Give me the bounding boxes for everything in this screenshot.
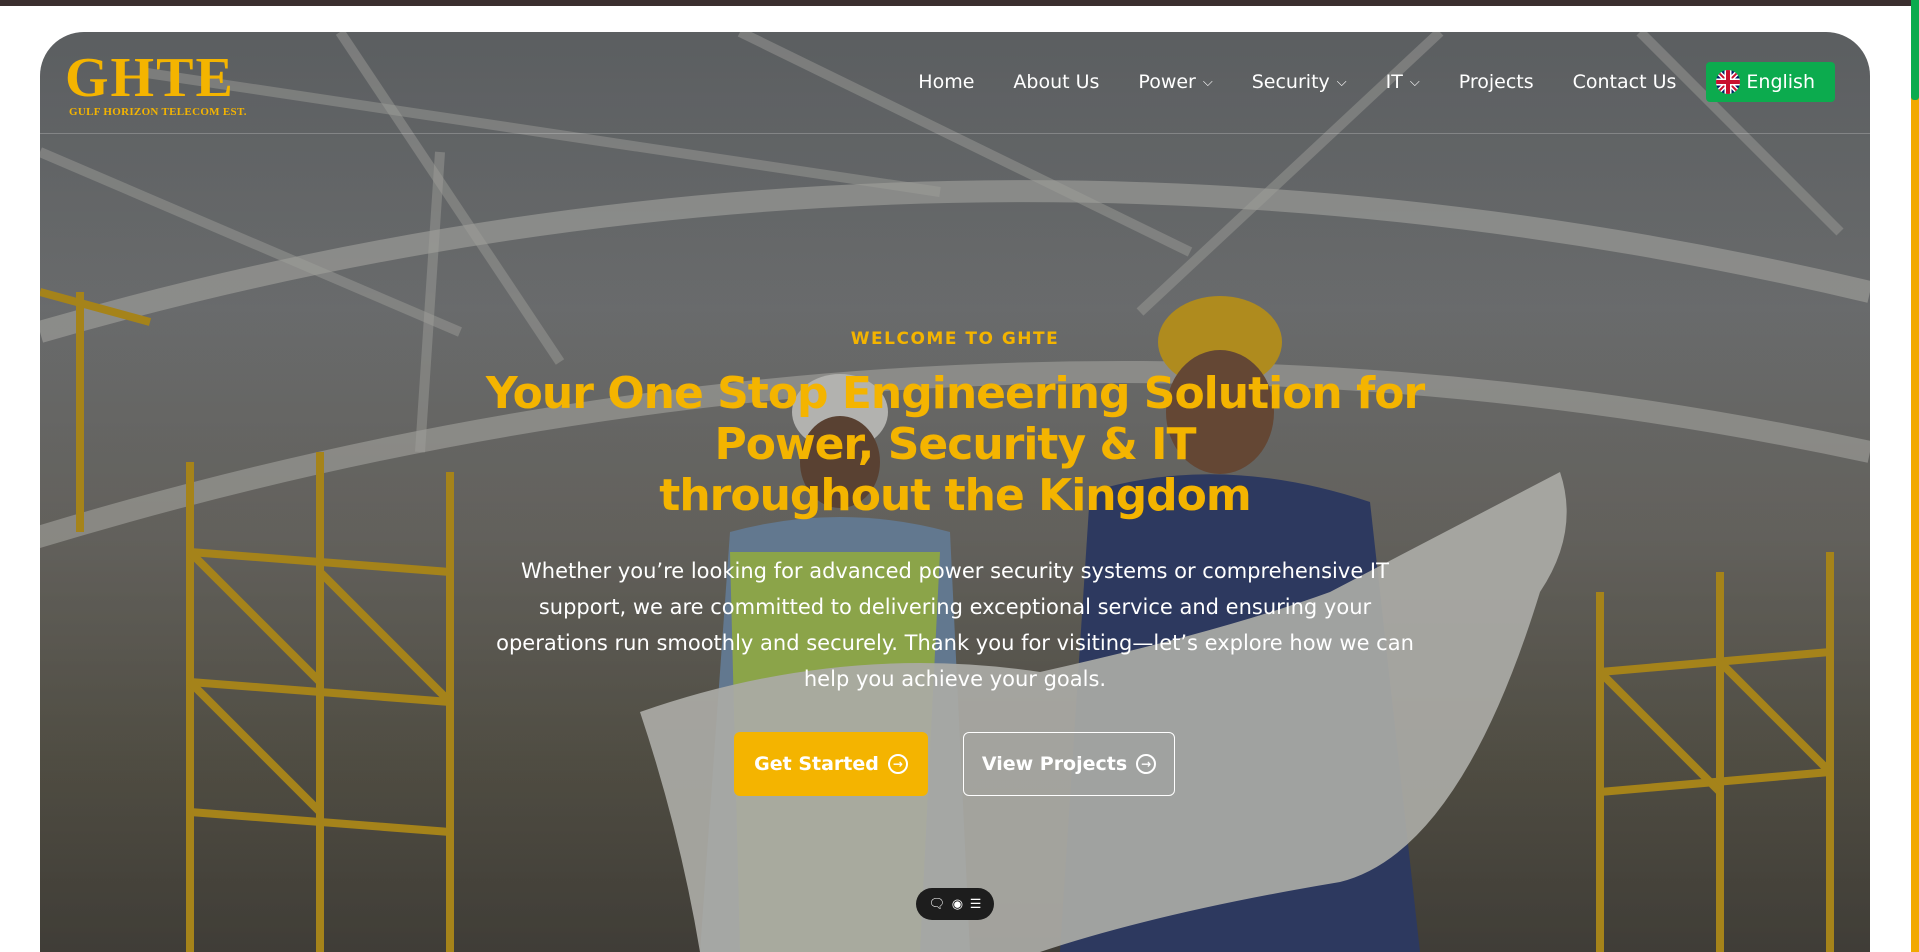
view-projects-label: View Projects [981, 753, 1128, 775]
nav-label: Security [1251, 71, 1330, 93]
get-started-button[interactable]: Get Started → [734, 732, 928, 796]
main-navbar: GHTE GULF HORIZON TELECOM EST. Home Abou… [40, 32, 1870, 134]
settings-sliders-icon[interactable]: ☰ [970, 896, 982, 912]
nav-label: Power [1138, 71, 1196, 93]
floating-widget-bar: 🗨 ◉ ☰ [916, 888, 994, 920]
chat-icon[interactable]: 🗨 [929, 896, 946, 912]
nav-menu: Home About Us Power ⌵ Security ⌵ IT ⌵ Proje… [879, 62, 1835, 102]
page-scrollbar[interactable] [1911, 0, 1919, 952]
chevron-down-icon: ⌵ [1336, 74, 1347, 90]
nav-item-power[interactable]: Power ⌵ [1138, 71, 1212, 93]
nav-label: Projects [1458, 71, 1534, 93]
language-label: English [1746, 71, 1815, 93]
uk-flag-icon [1716, 70, 1741, 94]
nav-item-contact[interactable]: Contact Us [1573, 71, 1677, 93]
logo-tagline: GULF HORIZON TELECOM EST. [69, 106, 247, 118]
headline-line-2: Power, Security & IT [714, 419, 1196, 470]
view-projects-button[interactable]: View Projects → [963, 732, 1175, 796]
eye-icon[interactable]: ◉ [952, 896, 963, 912]
logo-wordmark: GHTE [65, 47, 235, 109]
nav-label: About Us [1013, 71, 1100, 93]
company-logo[interactable]: GHTE GULF HORIZON TELECOM EST. [65, 50, 260, 120]
nav-item-it[interactable]: IT ⌵ [1386, 71, 1420, 93]
hero-eyebrow: WELCOME TO GHTE [850, 329, 1060, 349]
nav-label: Contact Us [1572, 71, 1677, 93]
headline-line-3: throughout the Kingdom [659, 470, 1251, 521]
nav-item-home[interactable]: Home [918, 71, 974, 93]
hero-section: GHTE GULF HORIZON TELECOM EST. Home Abou… [40, 32, 1870, 952]
chevron-down-icon: ⌵ [1202, 74, 1213, 90]
chevron-down-icon: ⌵ [1409, 74, 1420, 90]
get-started-label: Get Started [754, 753, 879, 775]
language-selector-button[interactable]: English [1706, 62, 1835, 102]
arrow-right-circle-icon: → [887, 754, 908, 774]
hero-description: Whether you’re looking for advanced powe… [496, 559, 1414, 691]
arrow-right-circle-icon: → [1136, 754, 1157, 774]
nav-label: IT [1385, 71, 1403, 93]
nav-item-about[interactable]: About Us [1013, 71, 1099, 93]
nav-item-security[interactable]: Security ⌵ [1252, 71, 1347, 93]
hero-headline: Your One Stop Engineering Solution for P… [40, 368, 1870, 521]
headline-line-1: Your One Stop Engineering Solution for [485, 368, 1425, 419]
scrollbar-thumb[interactable] [1911, 0, 1919, 100]
top-accent-bar [0, 0, 1919, 6]
nav-item-projects[interactable]: Projects [1459, 71, 1534, 93]
nav-label: Home [918, 71, 975, 93]
